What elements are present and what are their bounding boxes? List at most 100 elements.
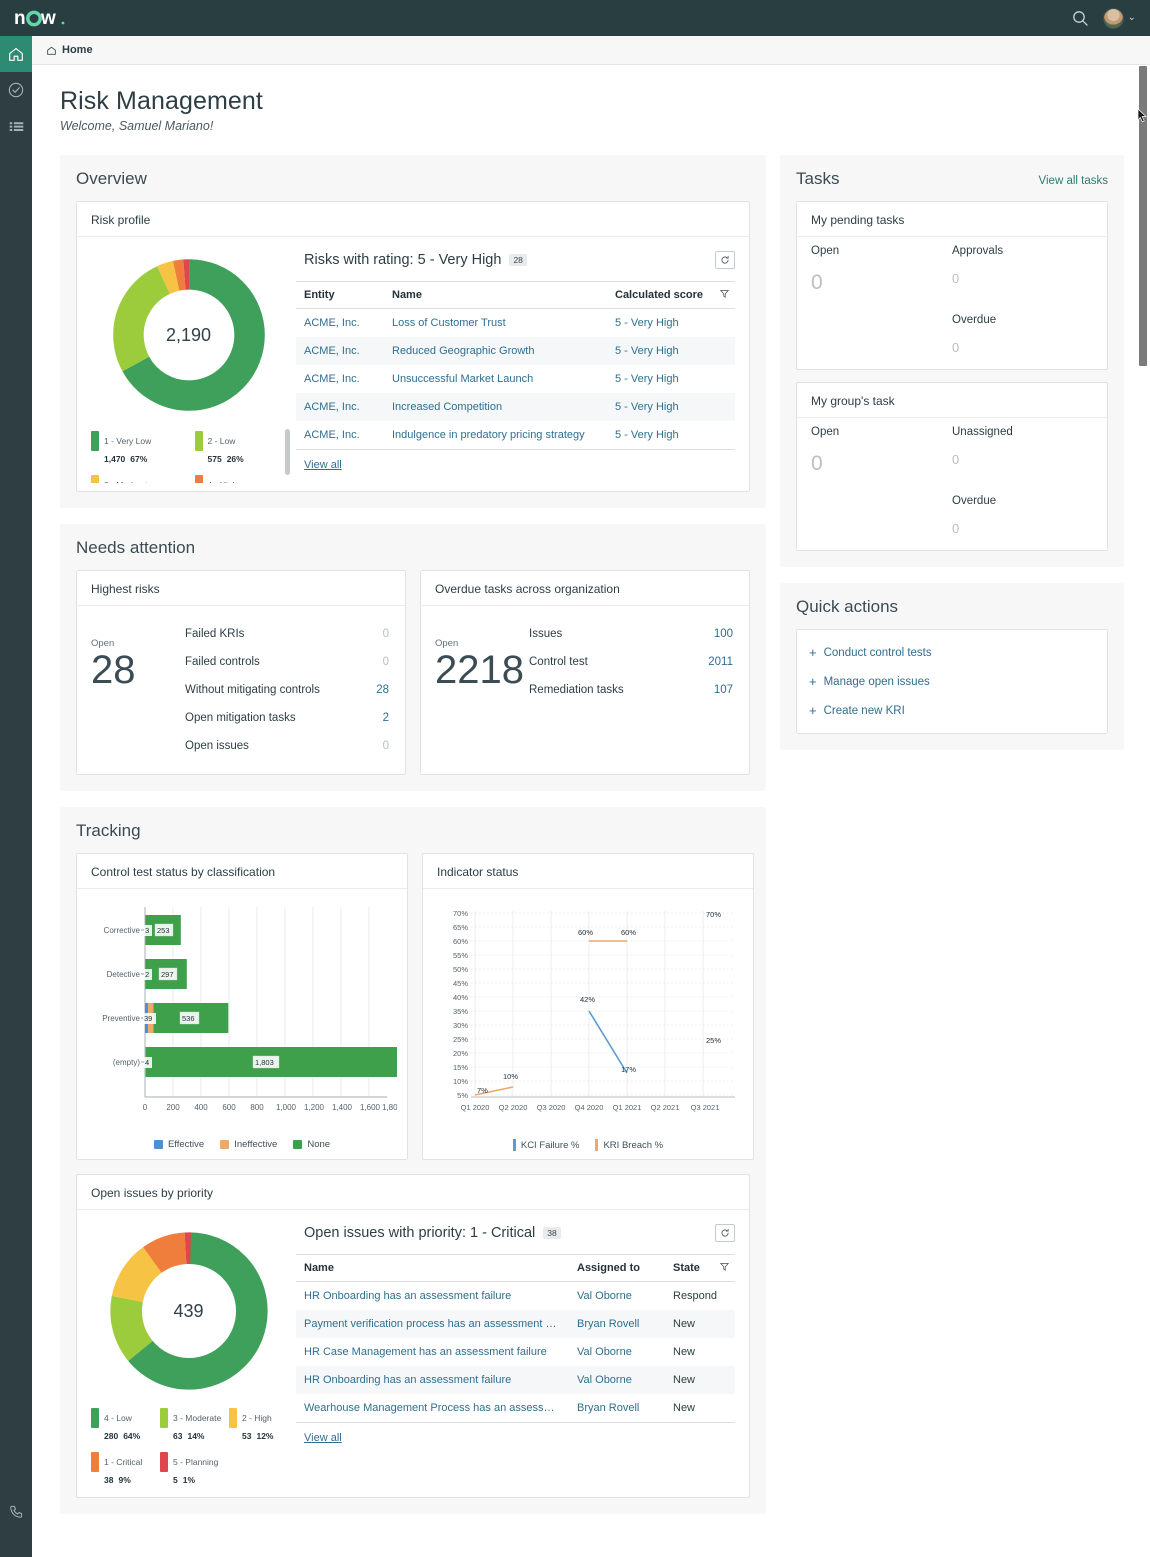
cell-name[interactable]: Payment verification process has an asse… (296, 1310, 569, 1338)
cell-entity[interactable]: ACME, Inc. (296, 337, 384, 365)
cell-entity[interactable]: ACME, Inc. (296, 365, 384, 393)
col-name[interactable]: Name (296, 1254, 569, 1282)
svg-text:25%: 25% (706, 1036, 721, 1045)
legend-label: 4 - High (208, 480, 238, 483)
cell-name[interactable]: Increased Competition (384, 393, 607, 421)
cell-score[interactable]: 5 - Very High (607, 337, 735, 365)
risks-view-all-link[interactable]: View all (296, 449, 735, 475)
filter-icon[interactable] (719, 1262, 730, 1274)
cell-name[interactable]: HR Case Management has an assessment fai… (296, 1338, 569, 1366)
table-row[interactable]: Payment verification process has an asse… (296, 1310, 735, 1338)
filter-icon[interactable] (719, 289, 730, 301)
col-entity[interactable]: Entity (296, 281, 384, 309)
search-icon[interactable] (1072, 10, 1089, 27)
cell-score[interactable]: 5 - Very High (607, 309, 735, 338)
legend-scrollbar[interactable] (285, 429, 290, 475)
risks-table-section: Risks with rating: 5 - Very High 28 Enti… (292, 237, 749, 491)
open-issues-view-all-link[interactable]: View all (296, 1422, 735, 1448)
col-state[interactable]: State (665, 1254, 735, 1282)
row-value: 0 (382, 656, 389, 668)
my-pending-tasks-title: My pending tasks (797, 202, 1107, 237)
rail-item-phone[interactable] (0, 1493, 32, 1529)
cell-name[interactable]: Loss of Customer Trust (384, 309, 607, 338)
cell-entity[interactable]: ACME, Inc. (296, 421, 384, 449)
list-item[interactable]: Control test 2011 (527, 648, 735, 676)
table-row[interactable]: HR Onboarding has an assessment failure V… (296, 1282, 735, 1311)
rail-item-list[interactable] (0, 108, 32, 144)
list-item[interactable]: Failed KRIs 0 (183, 620, 391, 648)
list-item[interactable]: Without mitigating controls 28 (183, 676, 391, 704)
rail-item-approvals[interactable] (0, 72, 32, 108)
check-circle-icon (8, 82, 24, 98)
list-item[interactable]: Open mitigation tasks 2 (183, 704, 391, 732)
row-value[interactable]: 28 (376, 684, 389, 696)
quick-action-label: Create new KRI (823, 704, 905, 717)
quick-action-create-new-kri[interactable]: + Create new KRI (797, 696, 1107, 725)
list-item[interactable]: Remediation tasks 107 (527, 676, 735, 704)
svg-text:Detective: Detective (107, 970, 141, 979)
svg-text:50%: 50% (453, 965, 468, 974)
table-row[interactable]: Wearhouse Management Process has an asse… (296, 1394, 735, 1422)
cell-name[interactable]: Unsuccessful Market Launch (384, 365, 607, 393)
table-row[interactable]: HR Onboarding has an assessment failure V… (296, 1366, 735, 1394)
indicator-status-card: Indicator status 70% 65% 60% 55% 50% 45%… (422, 853, 754, 1160)
left-rail (0, 36, 32, 1557)
row-value[interactable]: 107 (714, 684, 733, 696)
now-logo[interactable]: n w (14, 8, 66, 28)
table-row[interactable]: ACME, Inc. Unsuccessful Market Launch 5 - … (296, 365, 735, 393)
cell-name[interactable]: HR Onboarding has an assessment failure (296, 1282, 569, 1311)
cell-name[interactable]: Reduced Geographic Growth (384, 337, 607, 365)
svg-text:Q3 2020: Q3 2020 (537, 1103, 566, 1112)
legend-item-none[interactable]: None (293, 1139, 330, 1150)
quick-action-manage-open-issues[interactable]: + Manage open issues (797, 667, 1107, 696)
cell-assigned[interactable]: Bryan Rovell (569, 1310, 665, 1338)
page-title: Risk Management (60, 87, 263, 115)
table-row[interactable]: HR Case Management has an assessment fai… (296, 1338, 735, 1366)
row-value[interactable]: 2 (383, 712, 389, 724)
cell-name[interactable]: HR Onboarding has an assessment failure (296, 1366, 569, 1394)
table-row[interactable]: ACME, Inc. Increased Competition 5 - Very … (296, 393, 735, 421)
col-name[interactable]: Name (384, 281, 607, 309)
view-all-tasks-link[interactable]: View all tasks (1039, 175, 1108, 187)
quick-action-conduct-control-tests[interactable]: + Conduct control tests (797, 638, 1107, 667)
cell-score[interactable]: 5 - Very High (607, 365, 735, 393)
cell-name[interactable]: Wearhouse Management Process has an asse… (296, 1394, 569, 1422)
cell-assigned[interactable]: Val Oborne (569, 1338, 665, 1366)
page-content: Risk Management Welcome, Samuel Mariano!… (32, 65, 1142, 1557)
topbar-actions: ⌄ (1072, 7, 1150, 29)
list-item[interactable]: Open issues 0 (183, 732, 391, 760)
table-row[interactable]: ACME, Inc. Indulgence in predatory pricin… (296, 421, 735, 449)
col-calculated-score[interactable]: Calculated score (607, 281, 735, 309)
refresh-button[interactable] (715, 251, 735, 269)
cell-name[interactable]: Indulgence in predatory pricing strategy (384, 421, 607, 449)
legend-count: 575 (207, 454, 222, 465)
legend-item-kci-failure[interactable]: KCI Failure % (512, 1139, 579, 1151)
cell-assigned[interactable]: Bryan Rovell (569, 1394, 665, 1422)
row-value[interactable]: 100 (714, 628, 733, 640)
avatar (1102, 7, 1124, 29)
cell-assigned[interactable]: Val Oborne (569, 1282, 665, 1311)
cell-score[interactable]: 5 - Very High (607, 393, 735, 421)
row-value[interactable]: 2011 (708, 656, 733, 668)
refresh-button[interactable] (715, 1224, 735, 1242)
risks-table: Entity Name Calculated score ACME, Inc. … (296, 281, 735, 449)
rail-item-home[interactable] (0, 36, 32, 72)
legend-item-kri-breach[interactable]: KRI Breach % (595, 1139, 663, 1151)
breadcrumb-label[interactable]: Home (62, 44, 93, 56)
svg-text:35%: 35% (453, 1007, 468, 1016)
col-assigned-to[interactable]: Assigned to (569, 1254, 665, 1282)
cell-entity[interactable]: ACME, Inc. (296, 393, 384, 421)
user-menu[interactable]: ⌄ (1102, 7, 1136, 29)
open-issues-table-section: Open issues with priority: 1 - Critical … (292, 1210, 749, 1497)
table-row[interactable]: ACME, Inc. Reduced Geographic Growth 5 - V… (296, 337, 735, 365)
cell-entity[interactable]: ACME, Inc. (296, 309, 384, 338)
cell-score[interactable]: 5 - Very High (607, 421, 735, 449)
legend-item-ineffective[interactable]: Ineffective (220, 1139, 277, 1150)
table-row[interactable]: ACME, Inc. Loss of Customer Trust 5 - Very… (296, 309, 735, 338)
list-item[interactable]: Failed controls 0 (183, 648, 391, 676)
legend-label: 4 - Low (104, 1413, 132, 1423)
cell-assigned[interactable]: Val Oborne (569, 1366, 665, 1394)
list-item[interactable]: Issues 100 (527, 620, 735, 648)
legend-item-effective[interactable]: Effective (153, 1139, 204, 1150)
legend-item: 1 - Critical 38 9% (91, 1451, 154, 1489)
